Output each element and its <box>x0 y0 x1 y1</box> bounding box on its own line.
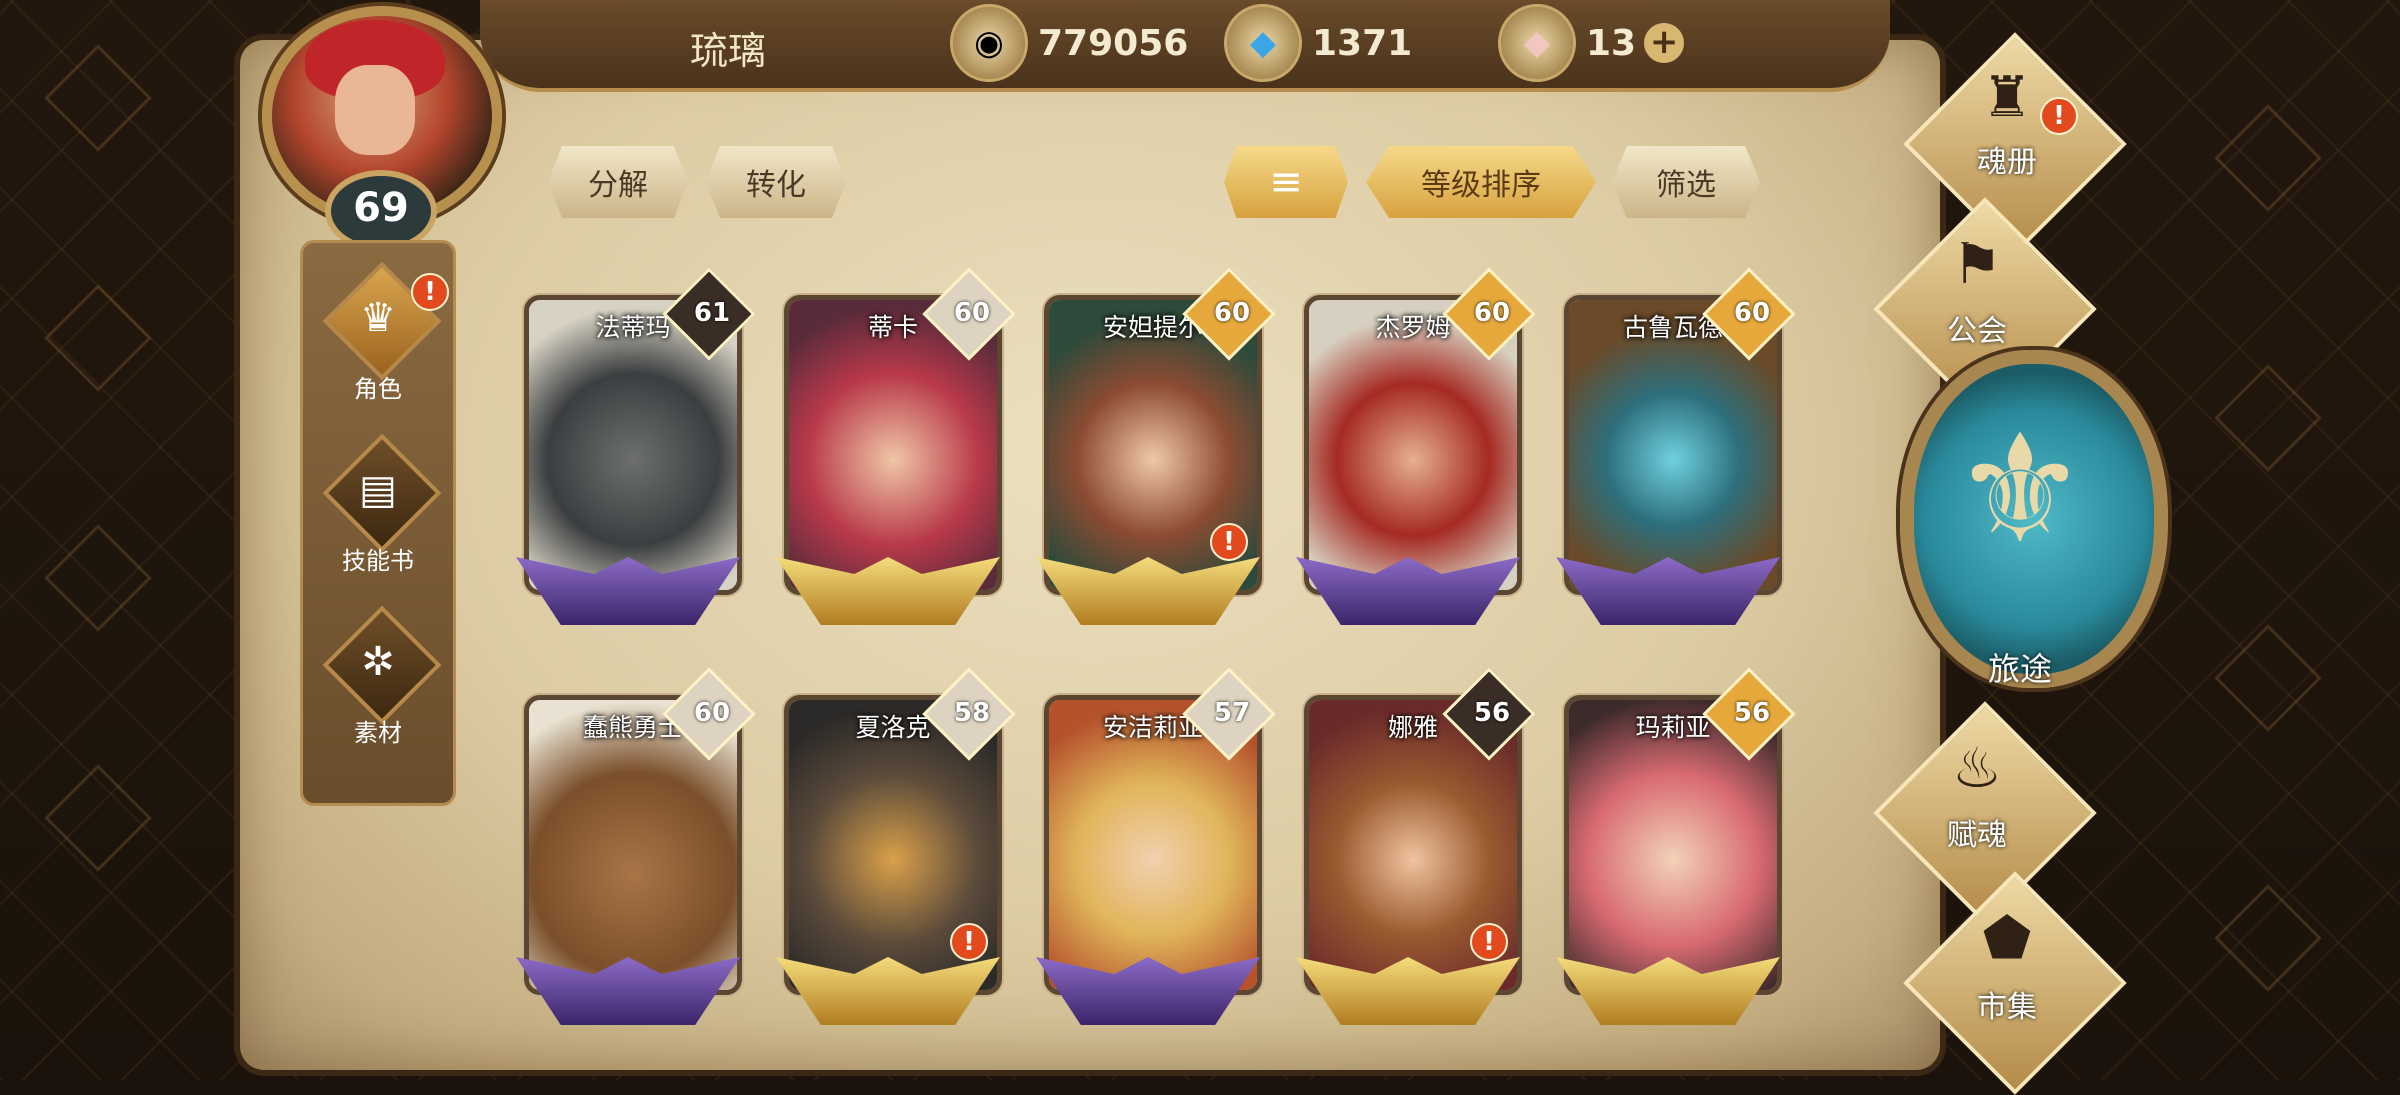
sort-icon[interactable]: ≡ <box>1224 146 1348 218</box>
filter-button[interactable]: 筛选 <box>1612 146 1760 218</box>
rank-wings-gold <box>1296 957 1520 1025</box>
hero-card[interactable]: 古鲁瓦德 60 <box>1556 267 1796 625</box>
gold-coin-icon: ◉ <box>950 4 1028 82</box>
nav-item-label: 赋魂 <box>1947 818 2007 853</box>
rank-wings-purple <box>1036 957 1260 1025</box>
nav-item-label: 魂册 <box>1977 145 2037 180</box>
hero-level: 60 <box>1733 298 1771 328</box>
nav-item-character[interactable]: ♛ 角色 ! <box>315 261 449 405</box>
rank-wings-purple <box>1556 557 1780 625</box>
hero-card[interactable]: 夏洛克 58 ! <box>776 667 1016 1025</box>
nav-item-label: 公会 <box>1947 314 2007 349</box>
crystal-value: 1371 <box>1312 22 1413 64</box>
nav-item-label: 旅途 <box>1987 650 2052 688</box>
guild-flag-icon: ⚑ <box>1951 232 2003 297</box>
rank-wings-gold <box>1036 557 1260 625</box>
add-gem-button[interactable]: + <box>1644 23 1685 63</box>
nav-market[interactable]: ⬟ 市集 <box>1900 871 2127 1095</box>
rank-wings-gold <box>776 557 1000 625</box>
market-gem-icon: ⬟ <box>1982 906 2032 971</box>
rank-wings-purple <box>1296 557 1520 625</box>
nav-item-label: 技能书 <box>342 547 414 575</box>
hero-level: 61 <box>693 298 731 328</box>
alert-badge: ! <box>1470 923 1508 961</box>
nav-journey[interactable]: ⚜ 旅途 <box>1900 350 2168 688</box>
gem-resource[interactable]: ◆ 13 + <box>1498 4 1685 82</box>
alert-badge: ! <box>2040 97 2078 135</box>
hero-level: 60 <box>693 698 731 728</box>
nav-item-label: 市集 <box>1977 990 2037 1025</box>
left-side-nav: ♛ 角色 ! ▤ 技能书 ✲ 素材 <box>300 240 456 806</box>
avatar-face <box>335 65 415 155</box>
hero-card[interactable]: 安妲提尔 60 ! <box>1036 267 1276 625</box>
hero-level: 60 <box>953 298 991 328</box>
soul-flame-icon: ♨ <box>1951 736 2003 801</box>
convert-button[interactable]: 转化 <box>706 146 846 218</box>
hero-card[interactable]: 娜雅 56 ! <box>1296 667 1536 1025</box>
rank-wings-purple <box>516 557 740 625</box>
character-icon: ♛ <box>360 295 396 341</box>
nav-item-material[interactable]: ✲ 素材 <box>315 605 442 749</box>
material-icon: ✲ <box>361 639 395 685</box>
alert-badge: ! <box>411 273 449 311</box>
gold-resource[interactable]: ◉ 779056 <box>950 4 1189 82</box>
pink-gem-icon: ◆ <box>1498 4 1576 82</box>
hero-level: 57 <box>1213 698 1251 728</box>
hero-card[interactable]: 蠢熊勇士 60 <box>516 667 756 1025</box>
decompose-button[interactable]: 分解 <box>548 146 688 218</box>
nav-item-skill-book[interactable]: ▤ 技能书 <box>315 433 442 577</box>
alert-badge: ! <box>1210 523 1248 561</box>
hero-card[interactable]: 蒂卡 60 <box>776 267 1016 625</box>
gold-value: 779056 <box>1038 22 1189 64</box>
hero-level: 60 <box>1473 298 1511 328</box>
skill-book-icon: ▤ <box>359 467 397 513</box>
sort-by-level-button[interactable]: 等级排序 <box>1366 146 1596 218</box>
nav-item-label: 素材 <box>354 719 402 747</box>
hero-card[interactable]: 法蒂玛 61 <box>516 267 756 625</box>
journey-emblem-icon: ⚜ <box>1952 403 2088 577</box>
hero-level: 58 <box>953 698 991 728</box>
player-avatar[interactable]: 69 <box>250 0 502 252</box>
rank-wings-gold <box>776 957 1000 1025</box>
hero-card[interactable]: 安洁莉亚 57 <box>1036 667 1276 1025</box>
player-name: 琉璃 <box>690 29 767 73</box>
hero-level: 56 <box>1473 698 1511 728</box>
nav-soul-infuse[interactable]: ♨ 赋魂 <box>1870 701 2097 925</box>
alert-badge: ! <box>950 923 988 961</box>
nav-item-label: 角色 <box>354 375 402 403</box>
rank-wings-purple <box>516 957 740 1025</box>
hero-card[interactable]: 杰罗姆 60 <box>1296 267 1536 625</box>
gem-value: 13 <box>1586 22 1637 64</box>
rank-wings-gold <box>1556 957 1780 1025</box>
hero-card[interactable]: 玛莉亚 56 <box>1556 667 1796 1025</box>
hero-level: 56 <box>1733 698 1771 728</box>
blue-crystal-icon: ◆ <box>1224 4 1302 82</box>
crystal-resource[interactable]: ◆ 1371 <box>1224 4 1413 82</box>
hero-level: 60 <box>1213 298 1251 328</box>
